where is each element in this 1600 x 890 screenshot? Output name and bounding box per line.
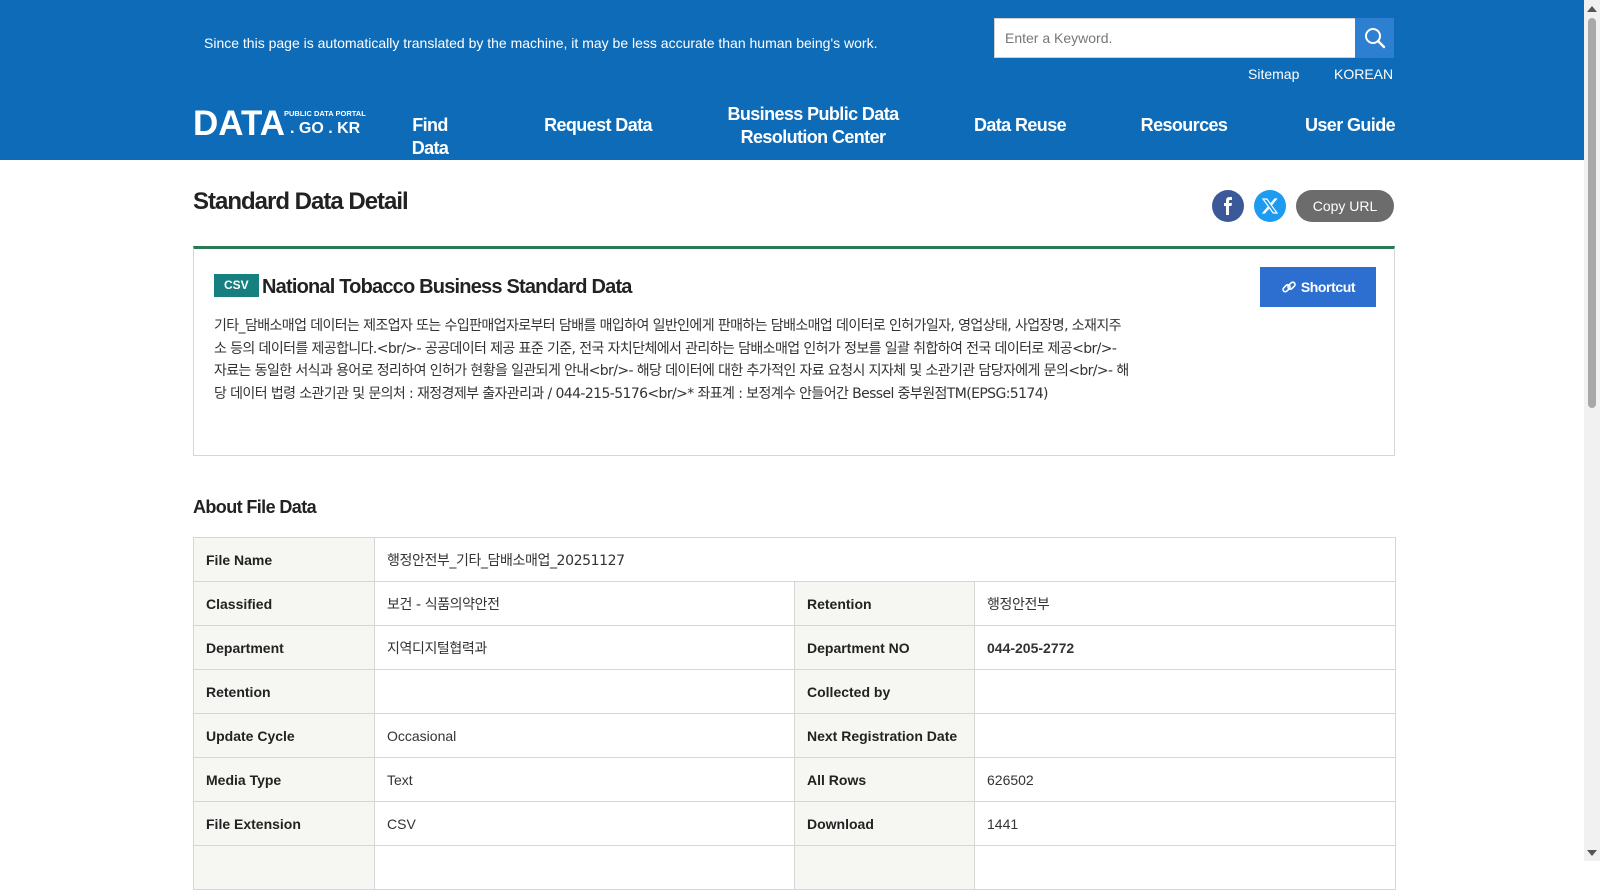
x-share-button[interactable] [1254, 190, 1286, 222]
format-badge: CSV [214, 274, 259, 297]
row-label: Retention [794, 581, 975, 626]
shortcut-button[interactable]: Shortcut [1260, 267, 1376, 307]
nav-find-data[interactable]: Find Data [392, 114, 468, 160]
row-label: Department NO [794, 625, 975, 670]
table-row: Update Cycle Occasional Next Registratio… [193, 713, 1397, 758]
search-input[interactable] [994, 18, 1356, 58]
search-icon [1364, 27, 1386, 49]
table-row: File Extension CSV Download 1441 [193, 801, 1397, 846]
row-label: Department [193, 625, 375, 670]
scrollbar-thumb[interactable] [1588, 18, 1596, 408]
dataset-title: National Tobacco Business Standard Data [262, 276, 632, 298]
row-label: File Name [193, 537, 375, 582]
sitemap-link[interactable]: Sitemap [1248, 66, 1299, 82]
site-logo[interactable]: DATA PUBLIC DATA PORTAL . GO . KR [193, 104, 366, 143]
nav-user-guide[interactable]: User Guide [1304, 114, 1396, 137]
search-button[interactable] [1355, 18, 1394, 58]
row-label: Update Cycle [193, 713, 375, 758]
page-title: Standard Data Detail [193, 188, 409, 215]
page-scrollbar[interactable] [1584, 0, 1600, 861]
download-count-value: 1441 [973, 801, 1397, 846]
shortcut-label: Shortcut [1300, 279, 1356, 295]
table-row: File Name 행정안전부_기타_담배소매업_20251127 [193, 537, 1397, 582]
logo-domain-text: . GO . KR [290, 120, 361, 137]
nav-request-data[interactable]: Request Data [544, 114, 652, 137]
row-label: Retention [193, 669, 375, 714]
logo-sub-text: PUBLIC DATA PORTAL [284, 109, 366, 118]
row-label: Download [794, 801, 975, 846]
table-row: Retention Collected by [193, 669, 1397, 714]
row-label: Collected by [794, 669, 975, 714]
file-extension-value: CSV [374, 801, 795, 846]
dataset-description: 기타_담배소매업 데이터는 제조업자 또는 수입판매업자로부터 담배를 매입하여… [214, 318, 1129, 402]
dataset-summary: CSV National Tobacco Business Standard D… [193, 246, 1395, 456]
media-type-value: Text [374, 757, 795, 802]
section-title-file-data: About File Data [193, 497, 317, 517]
row-label: All Rows [794, 757, 975, 802]
next-registration-value [973, 713, 1397, 758]
table-row: Media Type Text All Rows 626502 [193, 757, 1397, 802]
retention-value: 행정안전부 [973, 581, 1397, 626]
file-name-value: 행정안전부_기타_담배소매업_20251127 [373, 537, 1397, 582]
table-row: Classified 보건 - 식품의약안전 Retention 행정안전부 [193, 581, 1397, 626]
nav-business-resolution-center[interactable]: Business Public Data Resolution Center [722, 103, 904, 149]
update-cycle-value: Occasional [374, 713, 795, 758]
table-row: Department 지역디지털협력과 Department NO 044-20… [193, 625, 1397, 670]
all-rows-value: 626502 [973, 757, 1397, 802]
logo-main-text: DATA [193, 104, 286, 143]
retention-period-value [374, 669, 795, 714]
x-twitter-icon [1261, 197, 1279, 215]
site-header: Since this page is automatically transla… [0, 0, 1584, 160]
translation-notice: Since this page is automatically transla… [204, 35, 878, 51]
nav-resources[interactable]: Resources [1140, 114, 1228, 137]
facebook-icon [1221, 197, 1235, 215]
language-link[interactable]: KOREAN [1334, 66, 1393, 82]
row-label: Classified [193, 581, 375, 626]
table-row [193, 845, 1397, 890]
link-icon [1281, 279, 1297, 295]
department-value: 지역디지털협력과 [374, 625, 795, 670]
row-label: Next Registration Date [794, 713, 975, 758]
row-label: File Extension [193, 801, 375, 846]
scroll-up-arrow-icon[interactable] [1587, 6, 1597, 12]
row-label: Media Type [193, 757, 375, 802]
search-bar [994, 18, 1394, 58]
department-phone-value: 044-205-2772 [973, 625, 1397, 670]
file-data-table: File Name 행정안전부_기타_담배소매업_20251127 Classi… [193, 537, 1397, 890]
facebook-share-button[interactable] [1212, 190, 1244, 222]
copy-url-button[interactable]: Copy URL [1296, 190, 1394, 222]
collected-by-value [973, 669, 1397, 714]
scroll-down-arrow-icon[interactable] [1587, 850, 1597, 856]
nav-data-reuse[interactable]: Data Reuse [972, 114, 1068, 137]
classified-value: 보건 - 식품의약안전 [374, 581, 795, 626]
